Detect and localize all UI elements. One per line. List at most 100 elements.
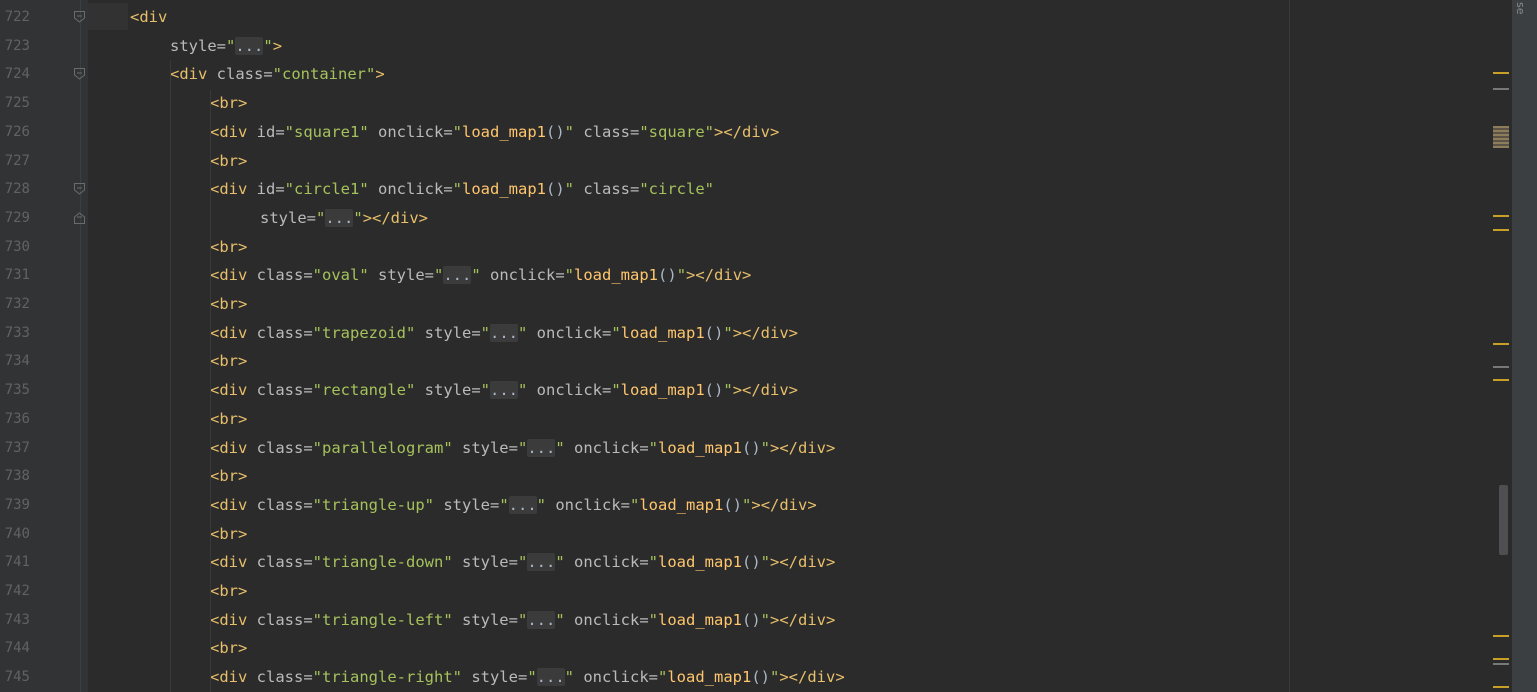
folded-region-placeholder[interactable]: ... xyxy=(325,208,354,227)
string-token: "container" xyxy=(272,65,376,84)
info-marker[interactable] xyxy=(1493,366,1509,368)
folded-region-placeholder[interactable]: ... xyxy=(235,36,264,55)
code-line[interactable]: 744 <br> xyxy=(0,634,1480,662)
code-line[interactable]: 722 <div xyxy=(0,3,1480,31)
code-content[interactable]: <br> xyxy=(210,290,247,318)
code-line[interactable]: 732 <br> xyxy=(0,290,1480,318)
code-line[interactable]: 728 <div id="circle1" onclick="load_map1(… xyxy=(0,175,1480,203)
code-content[interactable]: style="..."> xyxy=(170,32,282,60)
fold-collapse-icon[interactable] xyxy=(74,183,85,195)
folded-region-placeholder[interactable]: ... xyxy=(527,438,556,457)
line-number: 737 xyxy=(4,439,30,456)
folded-region-placeholder[interactable]: ... xyxy=(490,381,518,400)
code-content[interactable]: <div class="triangle-left" style="..." o… xyxy=(210,606,835,634)
attribute-name-token: onclick= xyxy=(378,122,453,141)
code-content[interactable]: <div id="square1" onclick="load_map1()" … xyxy=(210,118,779,146)
function-name-token: load_map1 xyxy=(658,438,742,457)
code-line[interactable]: 737 <div class="parallelogram" style="...… xyxy=(0,434,1480,462)
warning-marker[interactable] xyxy=(1493,72,1509,74)
folded-region-placeholder[interactable]: ... xyxy=(508,495,537,514)
marker-cluster[interactable] xyxy=(1493,126,1509,148)
code-content[interactable]: <br> xyxy=(210,462,247,490)
code-content[interactable]: <br> xyxy=(210,405,247,433)
code-content[interactable]: <div class="triangle-down" style="..." o… xyxy=(210,548,835,576)
code-line[interactable]: 738 <br> xyxy=(0,462,1480,490)
warning-marker[interactable] xyxy=(1493,635,1509,637)
code-content[interactable]: <div class="trapezoid" style="..." oncli… xyxy=(210,319,798,347)
code-line[interactable]: 745 <div class="triangle-right" style="..… xyxy=(0,663,1480,691)
code-content[interactable]: <br> xyxy=(210,347,247,375)
fold-end-icon[interactable] xyxy=(74,212,85,224)
attribute-name-token: style= xyxy=(443,495,500,514)
code-line[interactable]: 742 <br> xyxy=(0,577,1480,605)
code-line[interactable]: 740 <br> xyxy=(0,520,1480,548)
string-token: "triangle-left" xyxy=(312,610,462,629)
code-line[interactable]: 733 <div class="trapezoid" style="..." on… xyxy=(0,319,1480,347)
attribute-name-token: onclick= xyxy=(536,381,612,400)
code-line[interactable]: 729 style="..."></div> xyxy=(0,204,1480,232)
code-content[interactable]: <div class="triangle-right" style="..." … xyxy=(210,663,845,691)
warning-marker[interactable] xyxy=(1493,215,1509,217)
punctuation-token: () xyxy=(723,495,743,514)
code-line[interactable]: 741 <div class="triangle-down" style="...… xyxy=(0,548,1480,576)
code-content[interactable]: <div id="circle1" onclick="load_map1()" … xyxy=(210,175,714,203)
warning-marker[interactable] xyxy=(1493,686,1509,688)
code-line[interactable]: 743 <div class="triangle-left" style="...… xyxy=(0,606,1480,634)
code-content[interactable]: style="..."></div> xyxy=(260,204,428,232)
code-content[interactable]: <br> xyxy=(210,233,247,261)
punctuation-token: () xyxy=(742,438,761,457)
code-content[interactable]: <br> xyxy=(210,577,247,605)
line-number: 727 xyxy=(4,152,30,169)
info-marker[interactable] xyxy=(1493,88,1509,90)
code-content[interactable]: <br> xyxy=(210,89,247,117)
folded-region-placeholder[interactable]: ... xyxy=(527,610,556,629)
folded-region-placeholder[interactable]: ... xyxy=(443,266,472,285)
attribute-name-token: class= xyxy=(256,495,313,514)
folded-region-placeholder[interactable]: ... xyxy=(490,323,518,342)
fold-collapse-icon[interactable] xyxy=(74,68,85,81)
code-line[interactable]: 730 <br> xyxy=(0,233,1480,261)
string-token: " xyxy=(611,381,621,400)
warning-marker[interactable] xyxy=(1493,658,1509,660)
folded-region-placeholder[interactable]: ... xyxy=(536,668,565,687)
code-content[interactable]: <div class="rectangle" style="..." oncli… xyxy=(210,376,798,404)
error-stripe-panel[interactable] xyxy=(1490,0,1511,692)
folded-region-placeholder[interactable]: ... xyxy=(527,553,556,572)
code-content[interactable]: <br> xyxy=(210,634,247,662)
tool-window-tab[interactable]: se xyxy=(1514,2,1527,15)
vertical-scrollbar-thumb[interactable] xyxy=(1499,485,1508,555)
code-content[interactable]: <div xyxy=(130,3,167,31)
code-line[interactable]: 731 <div class="oval" style="..." onclick… xyxy=(0,261,1480,289)
fold-collapse-icon[interactable] xyxy=(74,11,85,23)
warning-marker[interactable] xyxy=(1493,379,1509,381)
code-line[interactable]: 725 <br> xyxy=(0,89,1480,117)
code-content[interactable]: <br> xyxy=(210,147,247,175)
warning-marker[interactable] xyxy=(1493,229,1509,231)
string-token: "square1" xyxy=(284,122,378,141)
warning-marker[interactable] xyxy=(1493,343,1509,345)
string-token: " xyxy=(263,36,273,55)
code-line[interactable]: 736 <br> xyxy=(0,405,1480,433)
code-line[interactable]: 727 <br> xyxy=(0,147,1480,175)
code-line[interactable]: 723 style="..."> xyxy=(0,32,1480,60)
html-tag-token: <div xyxy=(210,323,257,342)
string-token: " xyxy=(564,266,575,285)
attribute-name-token: class= xyxy=(256,553,313,572)
code-line[interactable]: 735 <div class="rectangle" style="..." on… xyxy=(0,376,1480,404)
html-tag-token: <br> xyxy=(210,94,248,113)
code-content[interactable]: <div class="oval" style="..." onclick="l… xyxy=(210,261,751,289)
code-content[interactable]: <div class="container"> xyxy=(170,60,385,88)
string-token: " xyxy=(555,610,574,629)
code-content[interactable]: <div class="triangle-up" style="..." onc… xyxy=(210,491,817,519)
code-line[interactable]: 724 <div class="container"> xyxy=(0,60,1480,88)
code-line[interactable]: 726 <div id="square1" onclick="load_map1(… xyxy=(0,118,1480,146)
attribute-name-token: class= xyxy=(256,610,313,629)
code-line[interactable]: 734 <br> xyxy=(0,347,1480,375)
string-token: " xyxy=(648,438,658,457)
line-number: 735 xyxy=(4,382,30,399)
line-number: 731 xyxy=(4,267,30,284)
code-content[interactable]: <br> xyxy=(210,520,247,548)
code-content[interactable]: <div class="parallelogram" style="..." o… xyxy=(210,434,835,462)
code-line[interactable]: 739 <div class="triangle-up" style="..." … xyxy=(0,491,1480,519)
info-marker[interactable] xyxy=(1493,663,1509,665)
